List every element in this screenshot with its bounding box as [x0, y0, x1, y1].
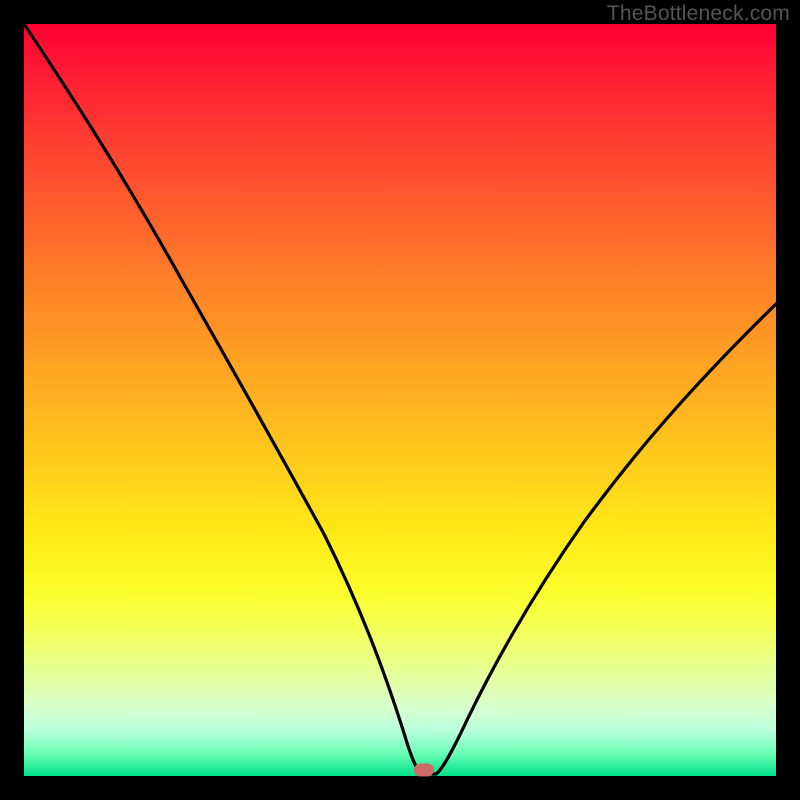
plot-area — [24, 24, 776, 776]
optimum-marker — [414, 763, 434, 776]
chart-frame: TheBottleneck.com — [0, 0, 800, 800]
watermark-text: TheBottleneck.com — [607, 2, 790, 26]
bottleneck-curve — [24, 24, 776, 776]
